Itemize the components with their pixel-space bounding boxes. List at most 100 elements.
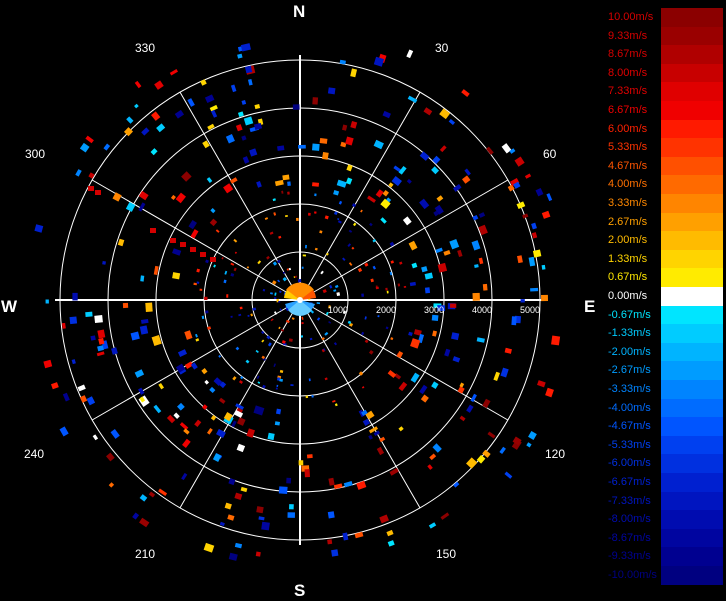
echo-cell <box>213 264 216 268</box>
echo-cell <box>380 217 387 224</box>
radar-display[interactable]: N S E W 30 60 120 150 210 240 300 330 10… <box>0 0 600 600</box>
echo-cell <box>524 173 532 179</box>
legend-label: -2.00m/s <box>608 345 651 358</box>
echo-cell <box>333 342 338 346</box>
echo-cell <box>231 420 237 428</box>
echo-cell <box>535 187 544 197</box>
echo-cell <box>322 151 329 160</box>
echo-cell <box>151 111 161 121</box>
echo-cell <box>245 359 250 364</box>
echo-cell <box>232 376 237 381</box>
echo-cell <box>424 287 431 294</box>
legend-label: 8.00m/s <box>608 66 648 79</box>
legend-label: 1.33m/s <box>608 252 648 265</box>
echo-cell <box>390 337 394 341</box>
echo-cell <box>267 432 275 441</box>
echo-cell <box>282 174 290 181</box>
echo-cell <box>301 266 304 269</box>
echo-cell <box>334 403 338 407</box>
echo-cell <box>173 412 180 419</box>
echo-cell <box>266 335 271 340</box>
echo-cell <box>329 284 333 289</box>
echo-cell <box>472 214 479 221</box>
echo-cell <box>196 281 200 284</box>
echo-cell <box>444 348 451 357</box>
echo-cell <box>419 384 428 395</box>
echo-cell <box>275 387 278 390</box>
echo-cell <box>210 109 218 118</box>
echo-cell <box>486 146 494 155</box>
echo-cell <box>177 349 187 358</box>
echo-cell <box>386 529 394 537</box>
echo-cell <box>117 238 125 247</box>
legend-swatch <box>661 63 723 83</box>
echo-cell <box>253 405 265 416</box>
echo-cell <box>92 434 99 441</box>
echo-cell <box>305 244 307 249</box>
echo-cell <box>333 289 337 292</box>
echo-cell <box>423 107 433 116</box>
echo-cell <box>337 218 340 221</box>
echo-cell <box>139 325 149 335</box>
echo-cell <box>138 387 145 395</box>
echo-cell <box>250 313 253 317</box>
echo-cell <box>500 367 509 378</box>
echo-cell <box>350 68 358 78</box>
echo-cell <box>77 384 86 392</box>
echo-cell <box>350 121 358 129</box>
legend-swatch <box>661 45 723 64</box>
echo-cell <box>261 339 265 343</box>
legend-swatch <box>661 194 723 213</box>
echo-cell <box>306 454 313 459</box>
legend-label: 6.67m/s <box>608 104 648 116</box>
legend-entry: -8.00m/s <box>607 510 723 529</box>
echo-cell <box>368 350 374 355</box>
echo-cell <box>98 337 105 345</box>
echo-cell <box>347 243 352 248</box>
echo-cell <box>312 182 320 187</box>
echo-cell <box>331 549 339 557</box>
legend-label: -1.33m/s <box>608 327 651 340</box>
echo-cell <box>478 257 484 265</box>
echo-cell <box>361 386 365 389</box>
echo-cell <box>277 279 281 283</box>
azimuth-label-240: 240 <box>24 447 45 461</box>
echo-cell <box>287 181 291 186</box>
echo-cell <box>210 415 217 421</box>
echo-cell <box>528 256 536 267</box>
echo-cell <box>111 347 118 355</box>
legend-entry: 6.00m/s <box>607 119 723 139</box>
echo-cell <box>399 261 403 265</box>
echo-cell <box>227 514 235 521</box>
echo-cell <box>34 224 44 233</box>
legend-swatch <box>661 380 723 399</box>
echo-cell <box>338 200 343 205</box>
echo-cell <box>255 551 261 557</box>
echo-cell <box>333 189 340 196</box>
echo-cell <box>122 302 129 309</box>
echo-cell <box>96 351 105 357</box>
echo-cell <box>261 521 270 531</box>
velocity-color-legend: 10.00m/s 9.33m/s 8.67m/s 8.00m/s 7.33m/s 6.67… <box>607 8 723 590</box>
legend-entry: 10.00m/s <box>607 8 723 27</box>
echo-cell <box>419 151 430 161</box>
echo-cell <box>140 275 145 282</box>
echo-cell <box>327 511 335 519</box>
echo-cell <box>86 396 96 406</box>
echo-cell <box>385 326 389 330</box>
echo-cell <box>281 190 284 194</box>
legend-swatch <box>661 101 723 120</box>
legend-swatch <box>661 287 723 306</box>
echo-cell <box>139 517 150 528</box>
echo-cell <box>377 315 380 318</box>
legend-swatch <box>661 268 723 287</box>
echo-cell <box>276 259 281 264</box>
echo-cell <box>316 317 321 321</box>
echo-cell <box>410 372 420 383</box>
legend-swatch <box>661 417 723 436</box>
echo-cell <box>305 395 309 399</box>
legend-entry: -5.33m/s <box>607 435 723 455</box>
legend-entry: -1.33m/s <box>607 324 723 343</box>
echo-cell <box>334 284 339 289</box>
echo-cell <box>431 166 440 175</box>
